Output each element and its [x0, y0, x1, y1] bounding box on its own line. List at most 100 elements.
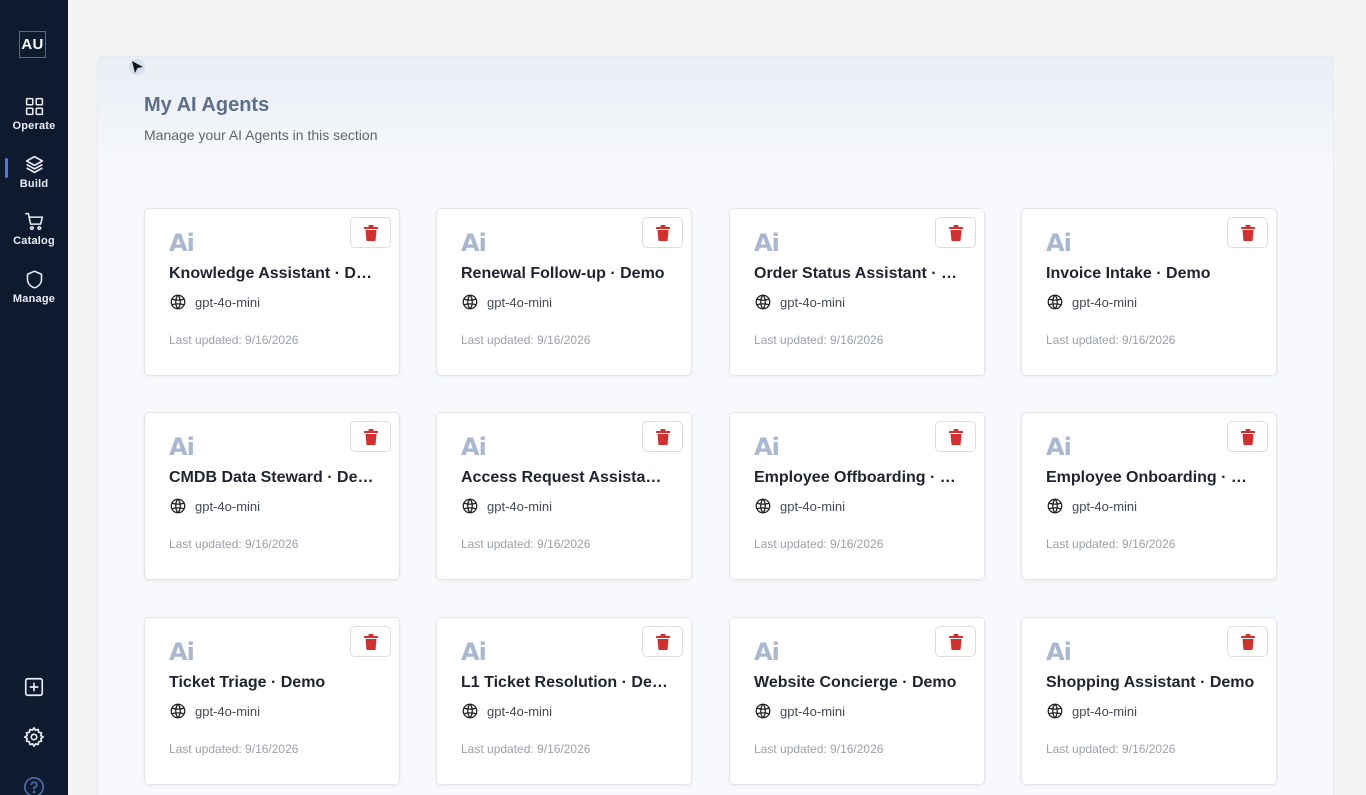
help-button[interactable]	[22, 775, 46, 795]
nav-build-label: Build	[19, 178, 49, 190]
openai-icon	[1047, 498, 1063, 514]
settings-button[interactable]	[22, 725, 46, 749]
agent-card[interactable]: Ai Ticket Triage · Demo gpt-4o-mini Last up…	[144, 617, 400, 785]
agent-last-updated: Last updated: 9/16/2026	[1046, 537, 1176, 551]
agent-card[interactable]: Ai Invoice Intake · Demo gpt-4o-mini Last u…	[1021, 208, 1277, 376]
page-subtitle: Manage your AI Agents in this section	[144, 127, 378, 143]
trash-icon	[948, 428, 963, 445]
openai-icon	[1047, 294, 1063, 310]
nav-catalog[interactable]: Catalog	[0, 211, 68, 259]
openai-icon	[462, 703, 478, 719]
agent-model: gpt-4o-mini	[461, 293, 552, 311]
ai-badge-icon: Ai	[1046, 229, 1072, 257]
add-button[interactable]	[22, 675, 46, 699]
delete-agent-button[interactable]	[935, 421, 976, 452]
openai-icon	[1047, 703, 1063, 719]
page-title: My AI Agents	[144, 94, 270, 116]
agent-card[interactable]: Ai Employee Offboarding · Demo gpt-4o-mini…	[729, 412, 985, 580]
agent-name: Renewal Follow-up · Demo	[461, 265, 665, 282]
agent-model-name: gpt-4o-mini	[780, 498, 846, 514]
openai-icon	[170, 703, 186, 719]
mouse-cursor-icon	[129, 59, 145, 75]
delete-agent-button[interactable]	[350, 217, 391, 248]
delete-agent-button[interactable]	[350, 421, 391, 452]
nav-manage-label: Manage	[12, 293, 56, 305]
agent-last-updated: Last updated: 9/16/2026	[169, 537, 299, 551]
ai-badge-icon: Ai	[754, 229, 780, 257]
delete-agent-button[interactable]	[1227, 217, 1268, 248]
agent-model-name: gpt-4o-mini	[487, 294, 553, 310]
nav-build[interactable]: Build	[0, 154, 68, 202]
shield-icon	[26, 270, 42, 289]
agent-card[interactable]: Ai Shopping Assistant · Demo gpt-4o-mini La…	[1021, 617, 1277, 785]
agent-model-name: gpt-4o-mini	[195, 294, 261, 310]
openai-icon	[755, 703, 771, 719]
agent-card[interactable]: Ai Knowledge Assistant · Demo gpt-4o-mini L…	[144, 208, 400, 376]
agent-name: Website Concierge · Demo	[754, 674, 957, 691]
agent-model: gpt-4o-mini	[754, 702, 845, 720]
ai-badge-icon: Ai	[461, 433, 487, 461]
agent-model-name: gpt-4o-mini	[780, 294, 846, 310]
agent-card[interactable]: Ai Renewal Follow-up · Demo gpt-4o-mini Las…	[436, 208, 692, 376]
trash-icon	[655, 428, 670, 445]
trash-icon	[363, 633, 378, 650]
trash-icon	[948, 224, 963, 241]
ai-badge-icon: Ai	[1046, 638, 1072, 666]
ai-badge-icon: Ai	[754, 433, 780, 461]
agent-model-name: gpt-4o-mini	[1072, 498, 1138, 514]
agent-model-name: gpt-4o-mini	[1072, 703, 1138, 719]
ai-badge-icon: Ai	[169, 638, 195, 666]
agent-last-updated: Last updated: 9/16/2026	[754, 742, 884, 756]
agent-card[interactable]: Ai Website Concierge · Demo gpt-4o-mini Las…	[729, 617, 985, 785]
grid-icon	[25, 97, 43, 116]
agent-card[interactable]: Ai Access Request Assistant · Demo gpt-4o-…	[436, 412, 692, 580]
trash-icon	[655, 224, 670, 241]
ai-badge-icon: Ai	[169, 229, 195, 257]
help-icon	[24, 777, 44, 795]
layers-icon	[25, 155, 43, 174]
agent-model-name: gpt-4o-mini	[487, 703, 553, 719]
trash-icon	[363, 428, 378, 445]
agent-model: gpt-4o-mini	[461, 702, 552, 720]
trash-icon	[655, 633, 670, 650]
delete-agent-button[interactable]	[1227, 626, 1268, 657]
agent-last-updated: Last updated: 9/16/2026	[169, 742, 299, 756]
delete-agent-button[interactable]	[935, 217, 976, 248]
agent-model: gpt-4o-mini	[1046, 497, 1137, 515]
delete-agent-button[interactable]	[642, 217, 683, 248]
delete-agent-button[interactable]	[642, 626, 683, 657]
app-logo[interactable]: AU	[19, 31, 46, 58]
openai-icon	[462, 498, 478, 514]
agent-last-updated: Last updated: 9/16/2026	[754, 537, 884, 551]
agent-name: CMDB Data Steward · Demo	[169, 469, 379, 486]
agent-model-name: gpt-4o-mini	[1072, 294, 1138, 310]
agent-model: gpt-4o-mini	[1046, 702, 1137, 720]
agent-name: Employee Onboarding · Demo	[1046, 469, 1256, 486]
trash-icon	[948, 633, 963, 650]
ai-badge-icon: Ai	[461, 638, 487, 666]
nav-operate[interactable]: Operate	[0, 96, 68, 144]
agent-model: gpt-4o-mini	[461, 497, 552, 515]
delete-agent-button[interactable]	[642, 421, 683, 452]
agent-name: Shopping Assistant · Demo	[1046, 674, 1255, 691]
agent-last-updated: Last updated: 9/16/2026	[461, 742, 591, 756]
agent-card[interactable]: Ai L1 Ticket Resolution · Demo gpt-4o-mini…	[436, 617, 692, 785]
plus-square-icon	[24, 677, 44, 697]
agent-card[interactable]: Ai CMDB Data Steward · Demo gpt-4o-mini Las…	[144, 412, 400, 580]
delete-agent-button[interactable]	[350, 626, 391, 657]
agents-panel: My AI Agents Manage your AI Agents in th…	[97, 56, 1334, 795]
agent-card[interactable]: Ai Employee Onboarding · Demo gpt-4o-mini L…	[1021, 412, 1277, 580]
nav-operate-label: Operate	[12, 120, 56, 132]
agent-model: gpt-4o-mini	[169, 702, 260, 720]
trash-icon	[1240, 428, 1255, 445]
delete-agent-button[interactable]	[1227, 421, 1268, 452]
agent-name: Employee Offboarding · Demo	[754, 469, 964, 486]
trash-icon	[1240, 224, 1255, 241]
agent-model-name: gpt-4o-mini	[195, 703, 261, 719]
nav-manage[interactable]: Manage	[0, 269, 68, 317]
delete-agent-button[interactable]	[935, 626, 976, 657]
agent-model: gpt-4o-mini	[754, 293, 845, 311]
agent-card[interactable]: Ai Order Status Assistant · Demo gpt-4o-mi…	[729, 208, 985, 376]
agent-last-updated: Last updated: 9/16/2026	[754, 333, 884, 347]
agent-name: Invoice Intake · Demo	[1046, 265, 1211, 282]
